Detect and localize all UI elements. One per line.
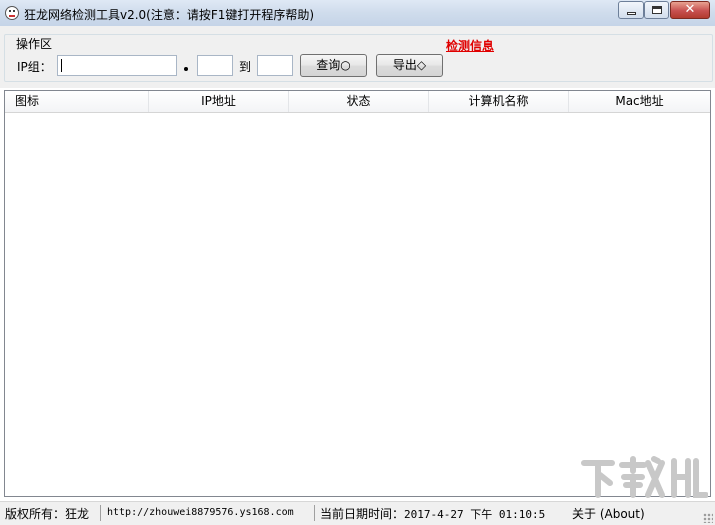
column-header-mac[interactable]: Mac地址: [569, 91, 710, 112]
table-body[interactable]: [5, 113, 710, 496]
groupbox-label: 操作区: [13, 35, 56, 52]
ip-group-label: IP组：: [17, 60, 52, 74]
window-title: 狂龙网络检测工具v2.0(注意：请按F1键打开程序帮助): [24, 8, 315, 22]
title-bar: 狂龙网络检测工具v2.0(注意：请按F1键打开程序帮助) ✕: [0, 0, 715, 27]
maximize-button[interactable]: [644, 1, 669, 19]
status-datetime: 当前日期时间：2017-4-27 下午 01:10:5: [320, 505, 545, 522]
status-divider: [314, 505, 315, 521]
xiazaiba-watermark-logo: [581, 456, 708, 498]
datetime-value: 2017-4-27 下午 01:10:5: [404, 508, 546, 521]
minimize-icon: [627, 12, 636, 15]
detect-info-link[interactable]: 检测信息: [446, 37, 494, 54]
datetime-label: 当前日期时间：: [320, 507, 405, 521]
text-caret: [61, 59, 62, 72]
status-copyright: 版权所有：狂龙: [5, 507, 90, 521]
operation-groupbox: 操作区 IP组： 到 查询○ 导出◇: [4, 34, 713, 82]
results-table[interactable]: 图标 IP地址 状态 计算机名称 Mac地址: [4, 90, 711, 497]
table-header: 图标 IP地址 状态 计算机名称 Mac地址: [5, 91, 710, 113]
about-link[interactable]: 关于 (About): [572, 505, 645, 522]
range-to-label: 到: [239, 60, 252, 74]
dot-separator: [184, 67, 188, 71]
status-url-link[interactable]: http://zhouwei8879576.ys168.com: [107, 507, 294, 518]
status-bar: 版权所有：狂龙 http://zhouwei8879576.ys168.com …: [0, 501, 715, 525]
query-button[interactable]: 查询○: [300, 54, 367, 77]
column-header-computer-name[interactable]: 计算机名称: [429, 91, 569, 112]
range-start-input[interactable]: [197, 55, 233, 76]
resize-grip-icon[interactable]: [703, 513, 713, 523]
operation-panel: 操作区 IP组： 到 查询○ 导出◇ 检测信息: [0, 26, 715, 88]
ip-group-input[interactable]: [57, 55, 177, 76]
close-icon: ✕: [684, 2, 696, 17]
export-button[interactable]: 导出◇: [376, 54, 443, 77]
column-header-icon[interactable]: 图标: [5, 91, 149, 112]
column-header-status[interactable]: 状态: [289, 91, 429, 112]
column-header-ip[interactable]: IP地址: [149, 91, 289, 112]
range-end-input[interactable]: [257, 55, 293, 76]
maximize-icon: [652, 6, 662, 14]
app-face-icon: [5, 6, 19, 20]
close-button[interactable]: ✕: [670, 1, 710, 19]
status-divider: [100, 505, 101, 521]
minimize-button[interactable]: [618, 1, 644, 19]
